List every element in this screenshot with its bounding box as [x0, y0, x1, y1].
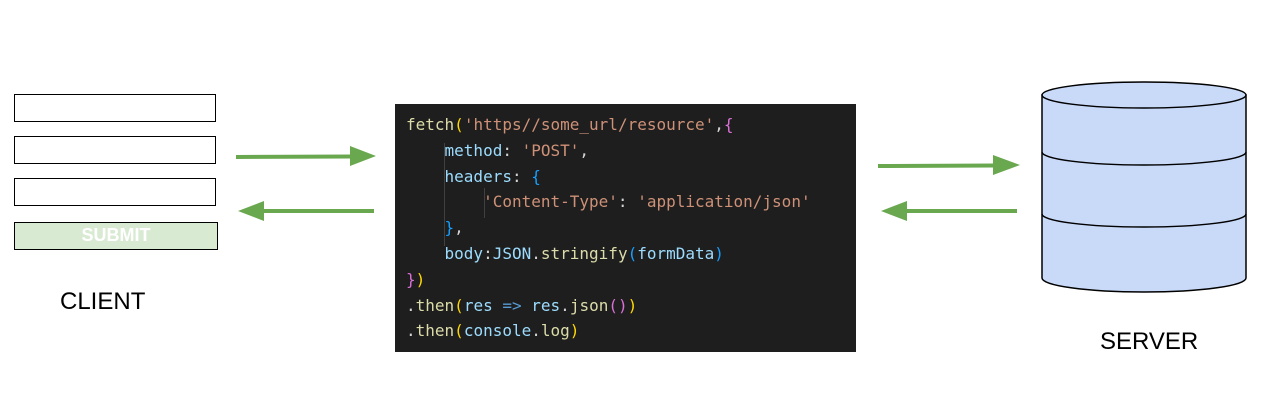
- request-arrow-code-to-server: [877, 155, 1020, 175]
- response-arrow-server-to-code: [881, 201, 1017, 221]
- diagram-graphics: [235, 81, 1247, 293]
- response-arrow-code-to-client: [238, 201, 374, 221]
- server-label: SERVER: [1100, 328, 1199, 355]
- request-arrow-client-to-code: [235, 146, 376, 166]
- database-icon: [1041, 81, 1247, 293]
